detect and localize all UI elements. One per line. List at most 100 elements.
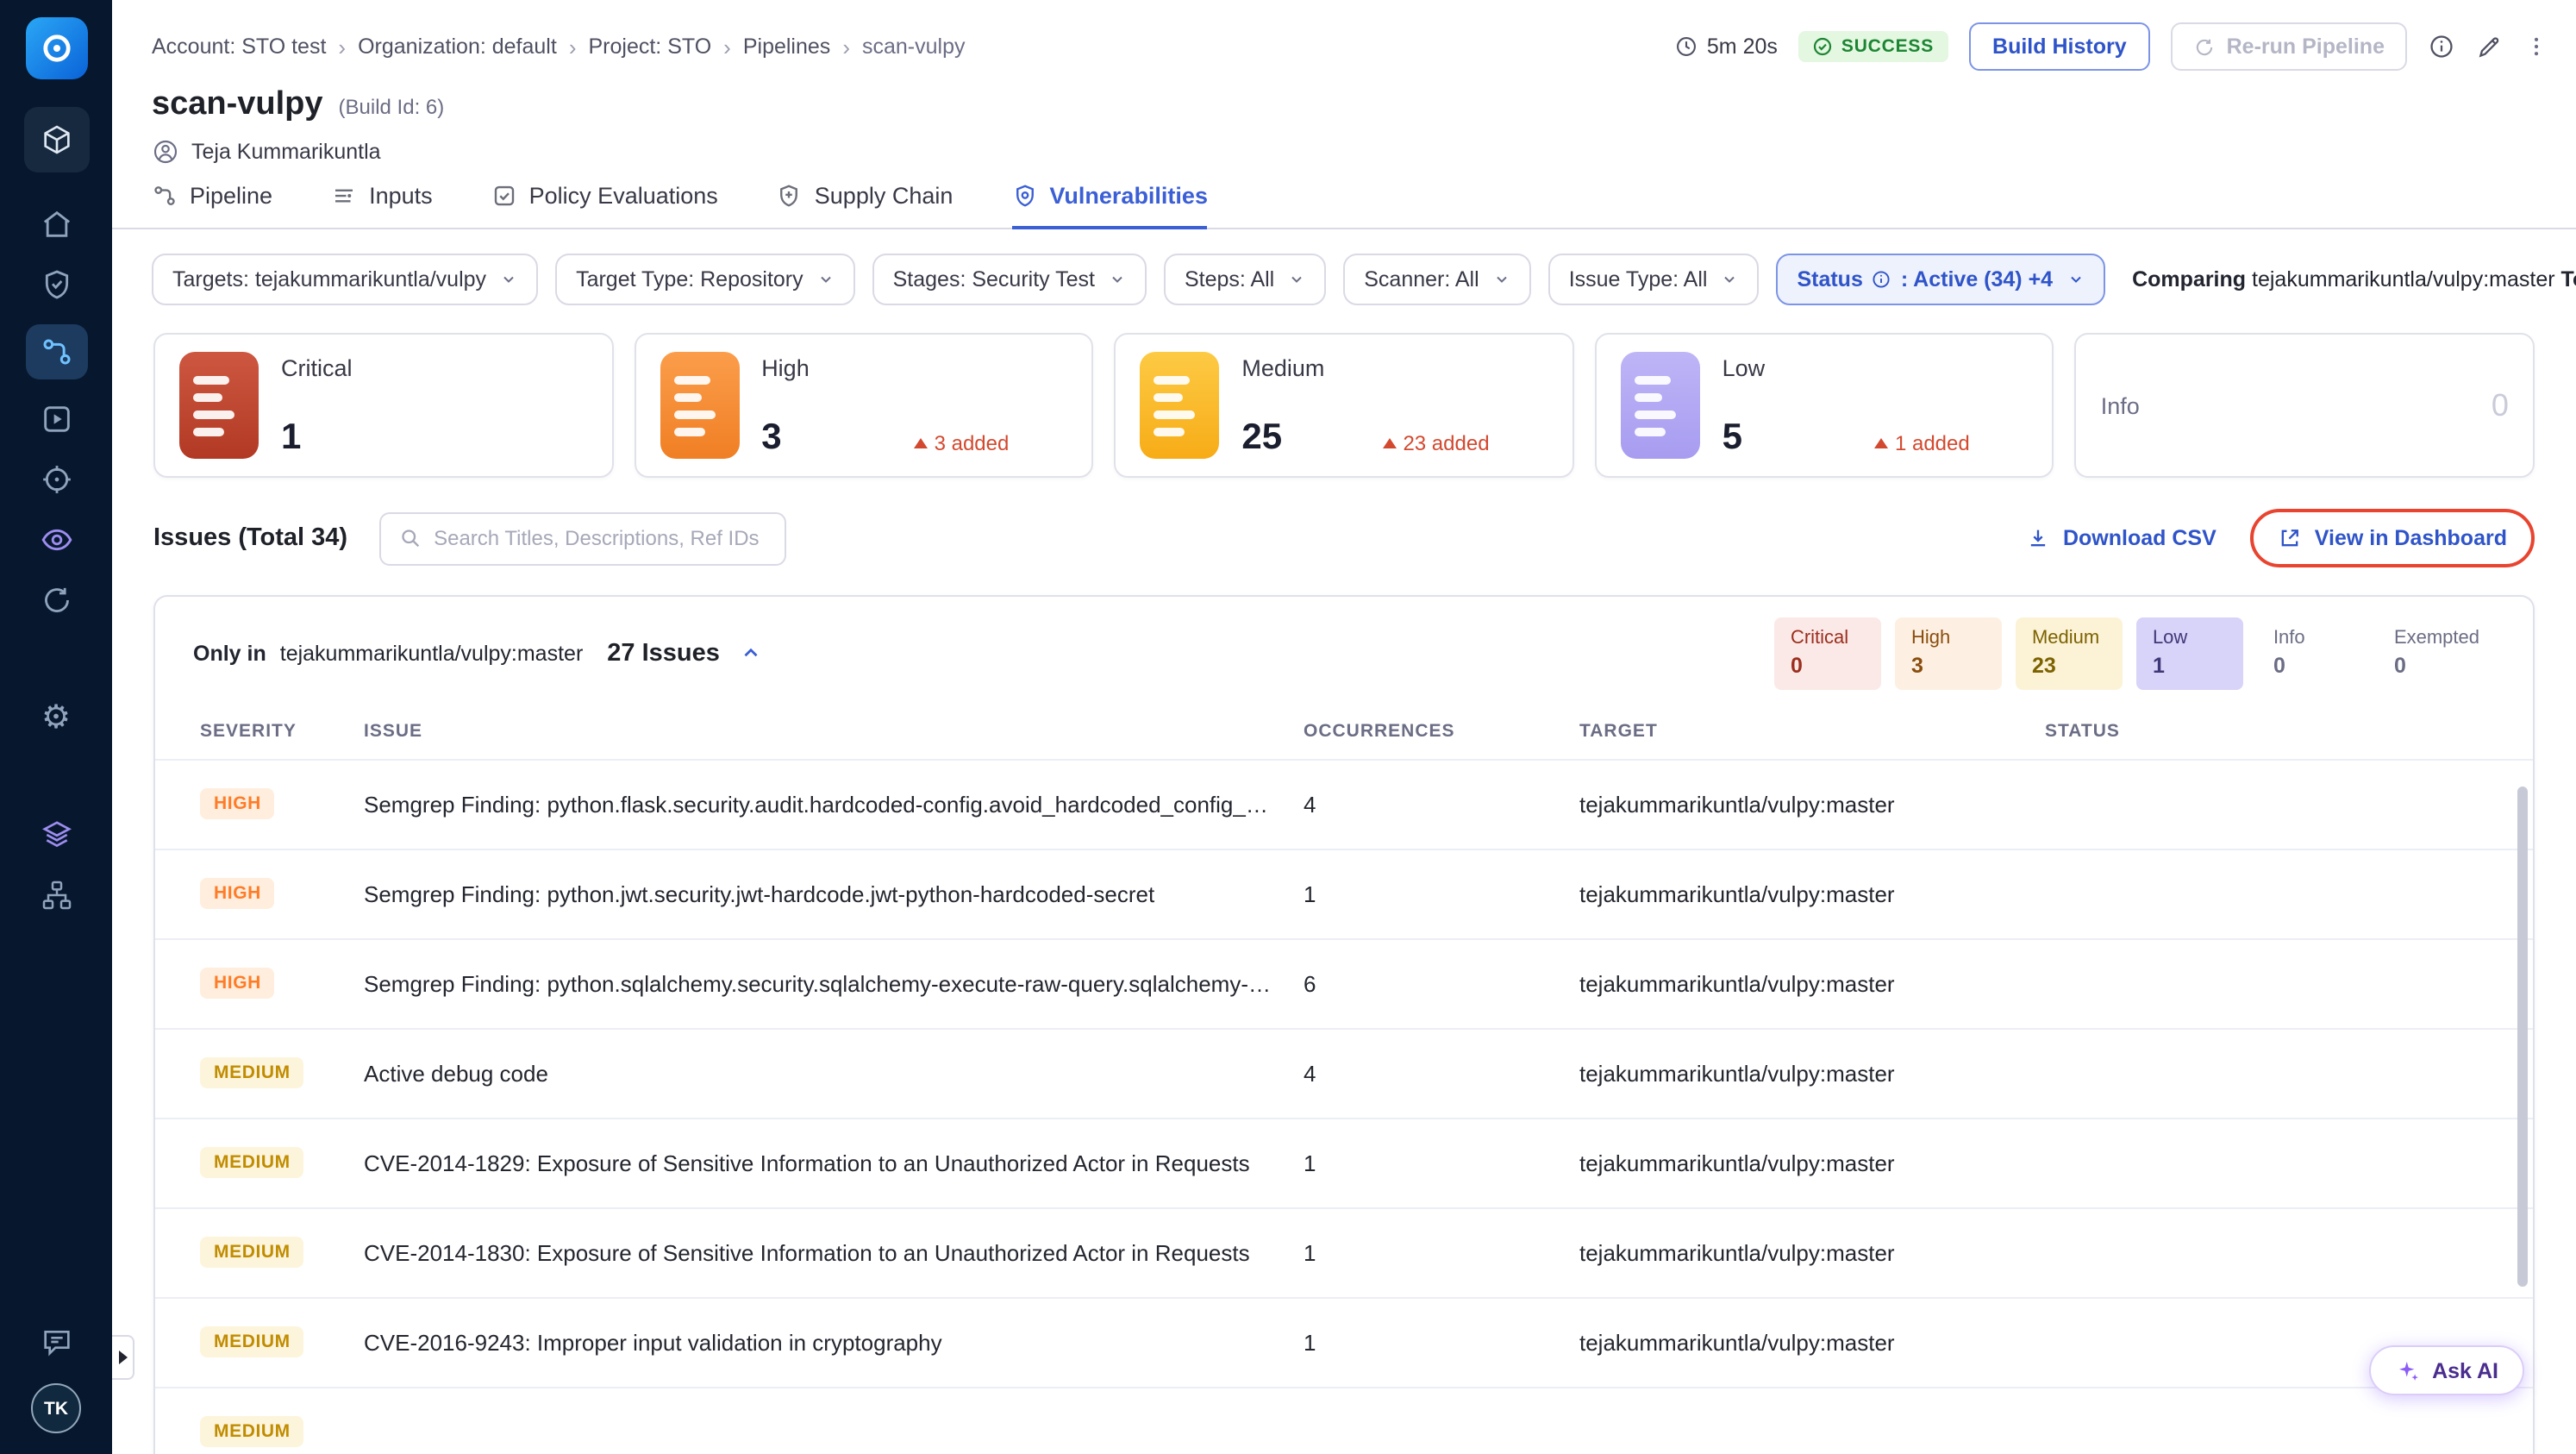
issue-title: CVE-2014-1829: Exposure of Sensitive Inf… bbox=[364, 1150, 1250, 1176]
issue-title: Semgrep Finding: python.sqlalchemy.secur… bbox=[364, 970, 1304, 997]
sparkle-icon bbox=[2394, 1357, 2420, 1383]
chip-medium[interactable]: Medium 23 bbox=[2016, 617, 2123, 690]
chevron-down-icon bbox=[1721, 271, 1738, 288]
severity-badge: MEDIUM bbox=[200, 1147, 304, 1179]
title-row: scan-vulpy (Build Id: 6) bbox=[112, 71, 2576, 124]
occurrences: 1 bbox=[1304, 1150, 1316, 1176]
severity-card-high[interactable]: High 3 3 added bbox=[634, 333, 1094, 478]
group-issue-count: 27 Issues bbox=[607, 639, 720, 667]
table-row[interactable]: MEDIUM CVE-2014-1830: Exposure of Sensit… bbox=[155, 1206, 2533, 1296]
occurrences: 1 bbox=[1304, 1239, 1316, 1266]
filter-status[interactable]: Status : Active (34) +4 bbox=[1776, 254, 2105, 305]
external-link-icon bbox=[2279, 526, 2303, 550]
breadcrumb-account[interactable]: Account: STO test bbox=[152, 34, 326, 59]
occurrences: 6 bbox=[1304, 970, 1316, 997]
breadcrumb-pipelines[interactable]: Pipelines bbox=[743, 34, 830, 59]
pipeline-icon bbox=[152, 183, 178, 209]
layers-icon[interactable] bbox=[27, 814, 85, 855]
caret-up-icon bbox=[1873, 438, 1888, 448]
group-only-in-label: Only in bbox=[193, 641, 266, 666]
high-severity-icon bbox=[660, 352, 740, 459]
sync-icon[interactable] bbox=[27, 580, 85, 621]
chevron-down-icon bbox=[500, 271, 517, 288]
security-tests-eye-icon[interactable] bbox=[27, 519, 85, 561]
severity-badge: HIGH bbox=[200, 968, 275, 1000]
breadcrumb-separator: › bbox=[723, 34, 731, 60]
search-input[interactable] bbox=[434, 526, 767, 550]
table-row[interactable]: MEDIUM CVE-2016-9243: Improper input val… bbox=[155, 1296, 2533, 1386]
table-row[interactable]: MEDIUM bbox=[155, 1386, 2533, 1454]
table-row[interactable]: MEDIUM Active debug code 4 tejakummariku… bbox=[155, 1027, 2533, 1117]
severity-card-low[interactable]: Low 5 1 added bbox=[1594, 333, 2054, 478]
table-row[interactable]: MEDIUM CVE-2014-1829: Exposure of Sensit… bbox=[155, 1117, 2533, 1206]
download-csv-button[interactable]: Download CSV bbox=[2027, 526, 2216, 550]
info-icon[interactable] bbox=[2428, 33, 2455, 60]
table-row[interactable]: HIGH Semgrep Finding: python.jwt.securit… bbox=[155, 848, 2533, 937]
vertical-scrollbar[interactable] bbox=[2517, 787, 2528, 1287]
check-circle-icon bbox=[1812, 36, 1833, 57]
filter-steps[interactable]: Steps: All bbox=[1164, 254, 1327, 305]
edit-pencil-icon[interactable] bbox=[2476, 33, 2504, 60]
info-icon bbox=[1872, 269, 1892, 290]
tab-supply-chain[interactable]: Supply Chain bbox=[777, 183, 953, 229]
filter-bar: Targets: tejakummarikuntla/vulpy Target … bbox=[112, 229, 2576, 326]
target: tejakummarikuntla/vulpy:master bbox=[1579, 791, 1895, 818]
filter-stages[interactable]: Stages: Security Test bbox=[872, 254, 1147, 305]
org-hierarchy-icon[interactable] bbox=[27, 874, 85, 916]
settings-gear-icon[interactable]: ⚙ bbox=[27, 697, 85, 738]
issues-search[interactable] bbox=[378, 511, 786, 565]
author-row: Teja Kummarikuntla bbox=[112, 124, 2576, 166]
tab-pipeline[interactable]: Pipeline bbox=[152, 183, 272, 229]
issue-title: Active debug code bbox=[364, 1060, 548, 1087]
chip-info[interactable]: Info 0 bbox=[2258, 617, 2365, 689]
kebab-menu-icon[interactable] bbox=[2524, 33, 2548, 60]
filter-target-type[interactable]: Target Type: Repository bbox=[555, 254, 855, 305]
table-row[interactable]: HIGH Semgrep Finding: python.flask.secur… bbox=[155, 758, 2533, 848]
filter-scanner[interactable]: Scanner: All bbox=[1343, 254, 1531, 305]
build-history-button[interactable]: Build History bbox=[1968, 22, 2151, 71]
chip-critical[interactable]: Critical 0 bbox=[1774, 617, 1882, 690]
executions-icon[interactable] bbox=[27, 398, 85, 440]
pipelines-icon[interactable] bbox=[25, 324, 87, 379]
chip-high[interactable]: High 3 bbox=[1895, 617, 2003, 690]
left-sidebar: ⚙ TK bbox=[0, 0, 112, 1454]
target: tejakummarikuntla/vulpy:master bbox=[1579, 1150, 1895, 1176]
home-icon[interactable] bbox=[27, 204, 85, 245]
harness-logo[interactable] bbox=[25, 17, 87, 79]
targets-icon[interactable] bbox=[27, 459, 85, 500]
chip-low[interactable]: Low 1 bbox=[2136, 617, 2244, 690]
occurrences: 1 bbox=[1304, 881, 1316, 907]
chat-feedback-icon[interactable] bbox=[27, 1321, 85, 1363]
chevron-down-icon bbox=[817, 271, 835, 288]
tab-inputs[interactable]: Inputs bbox=[331, 183, 433, 229]
added-count: 1 added bbox=[1873, 431, 2029, 455]
tab-policy-evaluations[interactable]: Policy Evaluations bbox=[491, 183, 718, 229]
build-id: (Build Id: 6) bbox=[338, 95, 445, 119]
ask-ai-button[interactable]: Ask AI bbox=[2368, 1345, 2524, 1395]
module-selector-icon[interactable] bbox=[23, 107, 89, 172]
sidebar-expander-button[interactable] bbox=[112, 1335, 134, 1380]
chip-exempted[interactable]: Exempted 0 bbox=[2379, 617, 2495, 689]
download-icon bbox=[2027, 526, 2051, 550]
rerun-pipeline-button[interactable]: Re-run Pipeline bbox=[2171, 22, 2407, 71]
page-title: scan-vulpy bbox=[152, 86, 323, 122]
severity-card-critical[interactable]: Critical 1 bbox=[153, 333, 614, 478]
breadcrumb-project[interactable]: Project: STO bbox=[589, 34, 712, 59]
breadcrumb-separator: › bbox=[338, 34, 347, 60]
breadcrumb-organization[interactable]: Organization: default bbox=[358, 34, 557, 59]
severity-cards: Critical 1 High 3 3 added Medium 25 23 a… bbox=[112, 326, 2576, 478]
view-in-dashboard-button[interactable]: View in Dashboard bbox=[2279, 526, 2507, 550]
filter-issue-type[interactable]: Issue Type: All bbox=[1547, 254, 1760, 305]
table-row[interactable]: HIGH Semgrep Finding: python.sqlalchemy.… bbox=[155, 937, 2533, 1027]
search-icon bbox=[397, 526, 422, 550]
severity-card-info[interactable]: Info 0 bbox=[2074, 333, 2535, 478]
collapse-chevron-icon[interactable] bbox=[741, 642, 763, 665]
user-avatar[interactable]: TK bbox=[31, 1383, 81, 1433]
target: tejakummarikuntla/vulpy:master bbox=[1579, 881, 1895, 907]
tab-vulnerabilities[interactable]: Vulnerabilities bbox=[1011, 183, 1208, 229]
severity-card-medium[interactable]: Medium 25 23 added bbox=[1114, 333, 1574, 478]
shield-check-icon[interactable] bbox=[27, 264, 85, 305]
issues-total-title: Issues (Total 34) bbox=[153, 524, 348, 552]
top-bar: Account: STO test › Organization: defaul… bbox=[112, 0, 2576, 71]
filter-targets[interactable]: Targets: tejakummarikuntla/vulpy bbox=[152, 254, 539, 305]
